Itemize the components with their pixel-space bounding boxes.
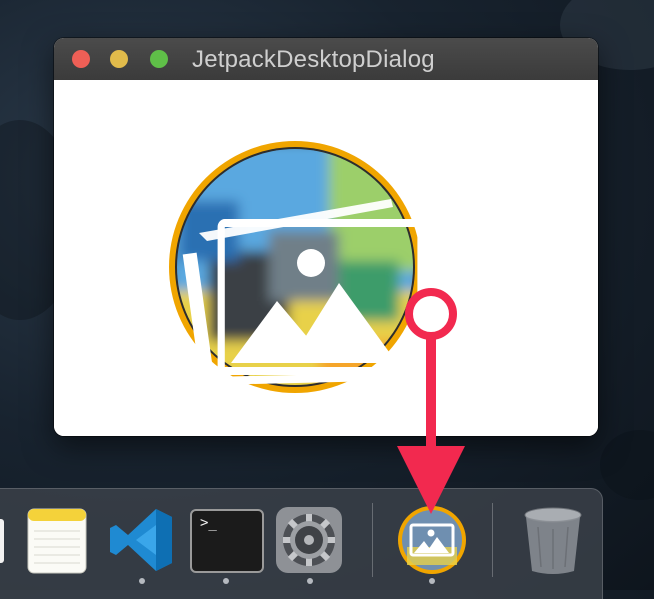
- dialog-window: JetpackDesktopDialog: [54, 38, 598, 436]
- minimize-button[interactable]: [110, 50, 128, 68]
- dock-item-vscode[interactable]: [106, 505, 176, 579]
- terminal-icon: >_: [190, 509, 264, 573]
- title-bar[interactable]: JetpackDesktopDialog: [54, 38, 598, 81]
- terminal-prompt: >_: [200, 515, 217, 531]
- photo-icon: [169, 141, 425, 393]
- app-icon[interactable]: [169, 141, 425, 397]
- dock-item-jetpack[interactable]: [397, 505, 467, 579]
- close-button[interactable]: [72, 50, 90, 68]
- zoom-button[interactable]: [150, 50, 168, 68]
- photo-icon: [398, 506, 466, 574]
- running-indicator: [223, 578, 229, 584]
- dock-item-terminal[interactable]: >_: [190, 505, 264, 573]
- desktop-texture: [600, 430, 654, 500]
- dock-item-partial[interactable]: [0, 519, 4, 563]
- dock: >_: [0, 488, 603, 599]
- dialog-content: [54, 80, 598, 436]
- gear-icon: [276, 507, 342, 573]
- dock-item-system-preferences[interactable]: [274, 505, 344, 579]
- notes-icon: [27, 508, 87, 574]
- dock-separator: [372, 503, 373, 577]
- window-title: JetpackDesktopDialog: [192, 46, 435, 73]
- running-indicator: [307, 578, 313, 584]
- dock-separator: [492, 503, 493, 577]
- trash-icon: [524, 507, 582, 574]
- dock-item-notes[interactable]: [24, 505, 90, 579]
- vscode-icon: [110, 509, 172, 571]
- running-indicator: [139, 578, 145, 584]
- running-indicator: [429, 578, 435, 584]
- dock-item-trash[interactable]: [520, 505, 586, 581]
